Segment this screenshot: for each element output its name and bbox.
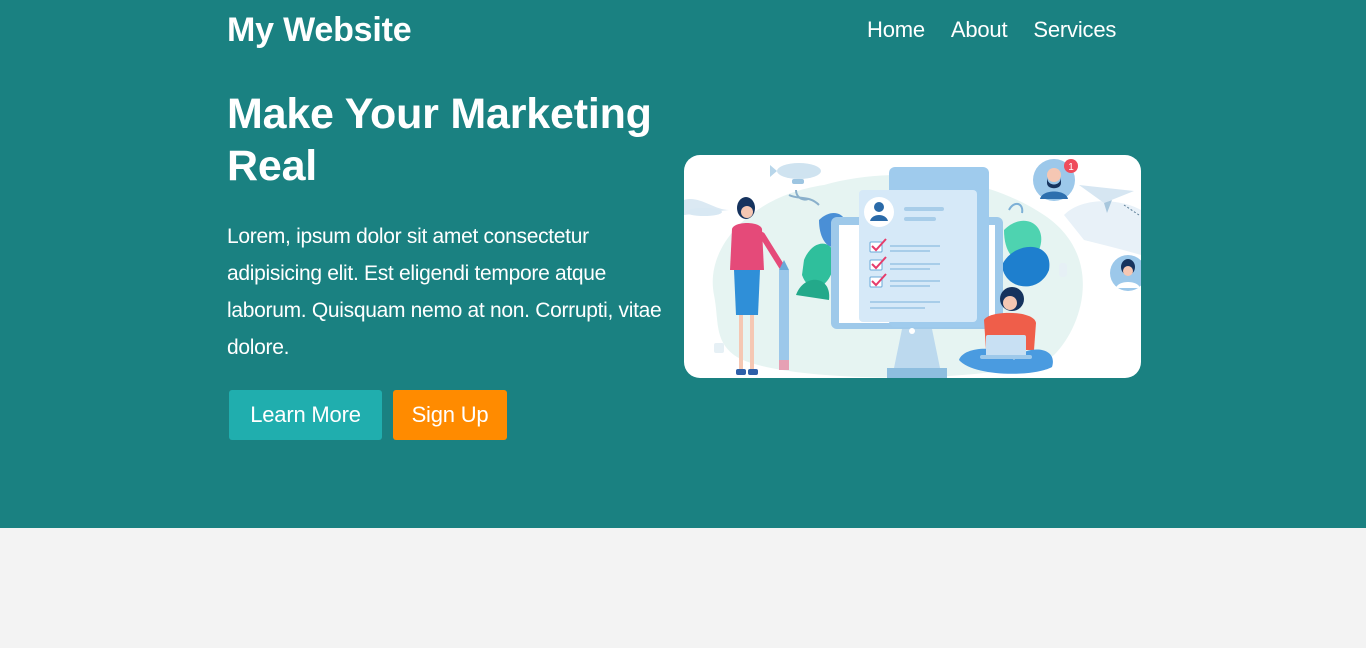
site-logo[interactable]: My Website	[227, 11, 412, 50]
sign-up-button[interactable]: Sign Up	[393, 390, 507, 440]
nav-link-home[interactable]: Home	[867, 17, 925, 43]
nav-link-services[interactable]: Services	[1033, 17, 1116, 43]
nav-link-about[interactable]: About	[951, 17, 1008, 43]
notification-badge: 1	[1064, 159, 1078, 173]
pencil-icon	[779, 260, 789, 370]
svg-text:1: 1	[1068, 162, 1074, 173]
woman-avatar-icon	[1110, 255, 1141, 291]
nav-links: Home About Services	[867, 17, 1116, 43]
hero-description: Lorem, ipsum dolor sit amet consectetur …	[227, 225, 662, 359]
marketing-illustration: 1	[684, 155, 1141, 378]
document-icon	[859, 167, 989, 327]
navbar: My Website Home About Services	[0, 0, 1366, 62]
hero-section: My Website Home About Services Make Your…	[0, 0, 1366, 528]
blimp-icon	[770, 163, 821, 184]
hero-headline: Make Your Marketing Real	[227, 90, 652, 190]
learn-more-button[interactable]: Learn More	[229, 390, 382, 440]
